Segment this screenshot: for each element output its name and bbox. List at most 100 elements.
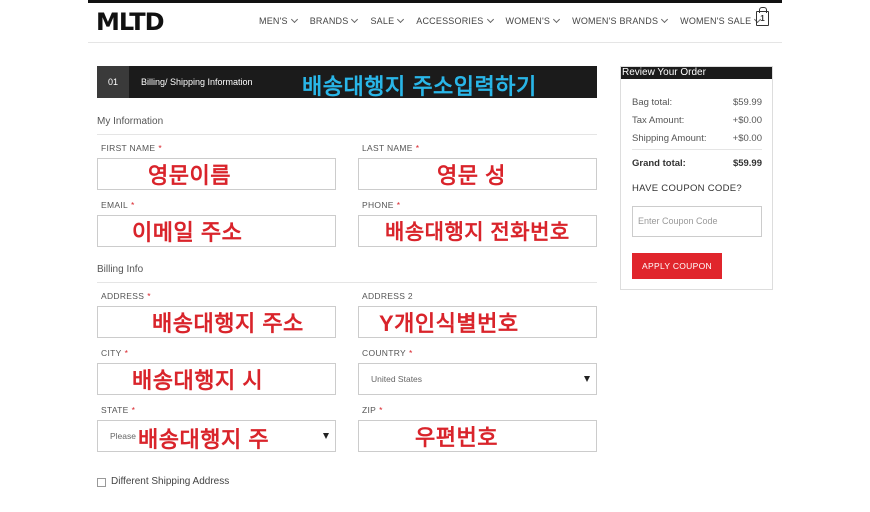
city-annotation: 배송대행지 시 [132, 368, 264, 393]
bag-total-row: Bag total: $59.99 [632, 97, 762, 108]
tax-row: Tax Amount: +$0.00 [632, 115, 762, 126]
required-mark: * [131, 405, 136, 415]
row-label: Grand total: [632, 158, 686, 169]
email-field[interactable]: 이메일 주소 [97, 215, 336, 247]
nav-label: WOMEN'S [505, 16, 551, 26]
address2-field[interactable]: Y개인식별번호 [358, 306, 597, 338]
top-border [88, 0, 782, 3]
coupon-heading: HAVE COUPON CODE? [632, 183, 742, 194]
different-shipping-label[interactable]: Different Shipping Address [111, 476, 229, 487]
billing-info-heading: Billing Info [97, 264, 144, 275]
apply-coupon-button[interactable]: APPLY COUPON [632, 253, 722, 279]
label-text: FIRST NAME [101, 143, 156, 153]
address2-label: ADDRESS 2 [362, 291, 413, 301]
row-value: $59.99 [732, 158, 762, 169]
row-value: +$0.00 [732, 133, 762, 144]
different-shipping-checkbox[interactable] [97, 478, 106, 487]
chevron-down-icon [290, 15, 298, 24]
nav-womens[interactable]: WOMEN'S [505, 15, 561, 26]
state-placeholder: Please [110, 431, 136, 441]
chevron-down-icon [397, 15, 405, 24]
checkout-step-bar: 01 Billing/ Shipping Information 배송대행지 주… [97, 66, 597, 99]
section-divider [97, 134, 597, 135]
dropdown-arrow-icon [323, 433, 329, 439]
logo[interactable]: MLTD [96, 8, 164, 36]
phone-annotation: 배송대행지 전화번호 [385, 221, 570, 244]
shopping-bag-icon[interactable]: 1 [756, 7, 769, 26]
address-annotation: 배송대행지 주소 [152, 311, 304, 336]
nav-sale[interactable]: SALE [370, 15, 405, 26]
required-mark: * [408, 348, 413, 358]
grand-total-row: Grand total: $59.99 [632, 158, 762, 169]
nav-brands[interactable]: BRANDS [309, 15, 359, 26]
step-title: Billing/ Shipping Information [141, 77, 253, 87]
chevron-down-icon [486, 15, 494, 24]
address2-annotation: Y개인식별번호 [379, 311, 519, 336]
email-label: EMAIL * [101, 200, 135, 210]
country-select[interactable]: United States [358, 363, 597, 395]
nav-mens[interactable]: MEN'S [259, 15, 298, 26]
step-number: 01 [97, 66, 129, 98]
address-field[interactable]: 배송대행지 주소 [97, 306, 336, 338]
zip-label: ZIP * [362, 405, 383, 415]
row-label: Tax Amount: [632, 115, 685, 126]
zip-annotation: 우편번호 [415, 425, 498, 450]
nav-label: MEN'S [259, 16, 288, 26]
my-information-heading: My Information [97, 116, 164, 127]
required-mark: * [124, 348, 129, 358]
nav-label: WOMEN'S SALE [680, 16, 752, 26]
label-text: CITY [101, 348, 122, 358]
nav-label: ACCESSORIES [416, 16, 484, 26]
label-text: ADDRESS [101, 291, 145, 301]
label-text: PHONE [362, 200, 394, 210]
step-annotation: 배송대행지 주소입력하기 [302, 74, 537, 99]
last-name-field[interactable]: 영문 성 [358, 158, 597, 190]
row-label: Bag total: [632, 97, 673, 108]
row-label: Shipping Amount: [632, 133, 707, 144]
bag-count: 1 [760, 14, 765, 23]
state-annotation: 배송대행지 주 [138, 427, 270, 452]
logo-text: MLTD [96, 8, 164, 36]
section-divider [97, 282, 597, 283]
nav-accessories[interactable]: ACCESSORIES [416, 15, 494, 26]
order-summary: Review Your Order Bag total: $59.99 Tax A… [620, 66, 773, 290]
required-mark: * [131, 200, 135, 210]
state-label: STATE * [101, 405, 135, 415]
country-value: United States [371, 374, 423, 384]
coupon-code-input[interactable]: Enter Coupon Code [632, 206, 762, 237]
required-mark: * [415, 143, 420, 153]
row-value: +$0.00 [732, 115, 762, 126]
first-name-label: FIRST NAME * [101, 143, 162, 153]
label-text: LAST NAME [362, 143, 413, 153]
zip-field[interactable]: 우편번호 [358, 420, 597, 452]
nav-womens-brands[interactable]: WOMEN'S BRANDS [572, 15, 669, 26]
city-label: CITY * [101, 348, 128, 358]
chevron-down-icon [351, 15, 359, 24]
last-name-annotation: 영문 성 [437, 163, 506, 188]
label-text: ADDRESS 2 [362, 291, 413, 301]
first-name-annotation: 영문이름 [148, 163, 231, 188]
dropdown-arrow-icon [584, 376, 590, 382]
summary-title: Review Your Order [621, 67, 772, 79]
main-nav: MEN'S BRANDS SALE ACCESSORIES WOMEN'S WO… [259, 15, 762, 26]
address-label: ADDRESS * [101, 291, 151, 301]
email-annotation: 이메일 주소 [132, 220, 243, 245]
shipping-row: Shipping Amount: +$0.00 [632, 133, 762, 144]
nav-womens-sale[interactable]: WOMEN'S SALE [680, 15, 762, 26]
label-text: ZIP [362, 405, 377, 415]
required-mark: * [379, 405, 383, 415]
nav-label: BRANDS [309, 16, 349, 26]
state-select[interactable]: Please 배송대행지 주 [97, 420, 336, 452]
last-name-label: LAST NAME * [362, 143, 419, 153]
required-mark: * [147, 291, 151, 301]
nav-label: SALE [370, 16, 395, 26]
label-text: EMAIL [101, 200, 129, 210]
summary-divider [632, 149, 762, 150]
city-field[interactable]: 배송대행지 시 [97, 363, 336, 395]
phone-field[interactable]: 배송대행지 전화번호 [358, 215, 597, 247]
chevron-down-icon [553, 15, 561, 24]
required-mark: * [158, 143, 162, 153]
first-name-field[interactable]: 영문이름 [97, 158, 336, 190]
chevron-down-icon [661, 15, 669, 24]
label-text: COUNTRY [362, 348, 406, 358]
